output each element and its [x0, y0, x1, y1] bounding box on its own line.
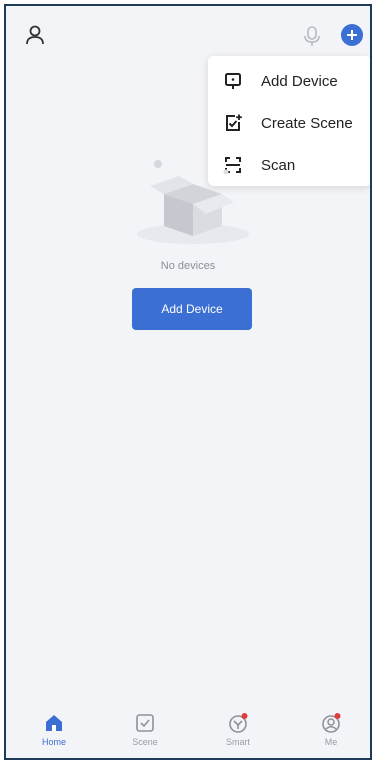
empty-state-message: No devices — [160, 260, 216, 272]
add-circle-icon[interactable] — [341, 24, 363, 46]
scene-icon — [136, 714, 154, 732]
menu-item-create-scene[interactable]: Create Scene — [208, 102, 370, 144]
notification-badge — [241, 713, 248, 719]
smart-icon — [229, 713, 248, 733]
create-scene-icon — [226, 114, 242, 131]
tab-scene[interactable]: Scene — [115, 712, 175, 756]
tab-label: Smart — [225, 737, 250, 747]
tab-label: Scene — [132, 737, 158, 747]
menu-item-label: Add Device — [261, 72, 338, 90]
menu-item-label: Scan — [261, 156, 296, 174]
add-device-button[interactable]: Add Device — [132, 288, 252, 330]
menu-item-label: Create Scene — [261, 114, 353, 132]
me-icon — [322, 713, 341, 733]
bottom-tab-bar: Home Scene Smart Me — [6, 706, 370, 758]
home-icon — [46, 715, 62, 731]
tab-label: Me — [324, 737, 338, 747]
tab-home[interactable]: Home — [24, 712, 84, 756]
tab-smart[interactable]: Smart — [208, 712, 268, 756]
microphone-icon[interactable] — [303, 25, 321, 47]
tab-me[interactable]: Me — [301, 712, 361, 756]
empty-box-illustration — [137, 160, 249, 244]
menu-item-add-device[interactable]: Add Device — [208, 60, 370, 102]
user-icon[interactable] — [24, 24, 46, 46]
app-screen: Add Device Create Scene Scan No devices … — [4, 4, 372, 760]
device-icon — [225, 73, 241, 89]
tab-label: Home — [41, 737, 66, 747]
notification-badge — [334, 713, 341, 719]
